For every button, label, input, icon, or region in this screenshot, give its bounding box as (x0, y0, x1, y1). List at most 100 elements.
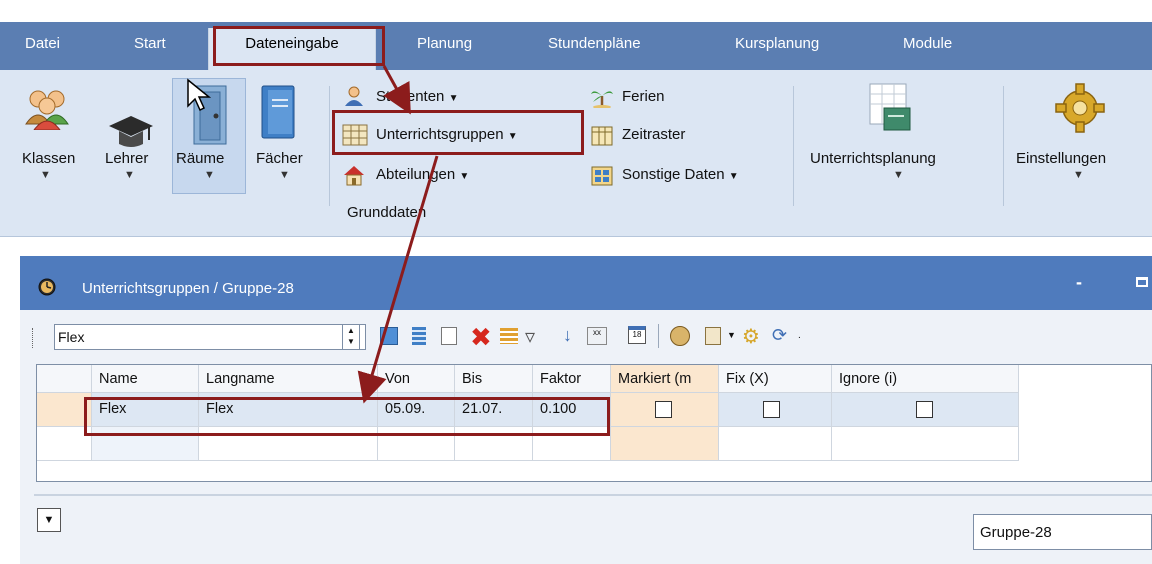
table-grid-icon (342, 124, 368, 146)
studenten-dropdown-icon: ▼ (448, 93, 459, 104)
refresh-icon[interactable]: ⟳ (772, 325, 787, 346)
more-icon[interactable]: . (798, 330, 801, 341)
new-row-header[interactable] (37, 427, 92, 461)
unterrichtsplanung-button[interactable]: Unterrichtsplanung (810, 150, 936, 167)
new-row-cell[interactable] (832, 427, 1019, 461)
group-selector-value: Gruppe-28 (980, 524, 1052, 541)
sonstige-daten-dropdown-icon: ▼ (728, 171, 739, 182)
list-icon[interactable] (412, 327, 426, 345)
graduation-cap-icon (109, 116, 153, 147)
row-header[interactable] (37, 393, 92, 427)
new-row-cell[interactable] (533, 427, 611, 461)
new-grid-icon[interactable] (380, 327, 398, 345)
group-label-grunddaten: Grunddaten (347, 204, 427, 221)
tab-module[interactable]: Module (903, 35, 952, 52)
lehrer-dropdown-icon[interactable]: ▼ (124, 169, 135, 181)
student-icon (345, 86, 363, 106)
chevron-down-icon: ▼ (43, 514, 55, 526)
faecher-label[interactable]: Fächer (256, 150, 303, 167)
data-grid: Name Langname Von Bis Faktor Markiert (m… (36, 364, 1152, 482)
filter-icon[interactable]: ▿ (525, 324, 535, 349)
new-row-cell[interactable] (611, 427, 719, 461)
ribbon-separator (793, 86, 794, 206)
fix-checkbox[interactable] (763, 401, 780, 418)
grid-corner-header (37, 365, 92, 393)
cell-markiert (611, 393, 719, 427)
column-header-name[interactable]: Name (92, 365, 199, 393)
column-header-von[interactable]: Von (378, 365, 455, 393)
planning-board-icon (869, 83, 911, 131)
people-group-icon (25, 90, 69, 130)
cell-langname[interactable]: Flex (199, 393, 378, 427)
new-row-cell[interactable] (719, 427, 832, 461)
palm-tree-icon (591, 91, 613, 108)
new-row-cell[interactable] (92, 427, 199, 461)
columns-icon[interactable]: xx (587, 327, 607, 345)
cell-fix (719, 393, 832, 427)
ribbon-separator (1003, 86, 1004, 206)
faecher-dropdown-icon[interactable]: ▼ (279, 169, 290, 181)
tab-stundenplaene[interactable]: Stundenpläne (548, 35, 641, 52)
sonstige-daten-button[interactable]: Sonstige Daten ▼ (622, 166, 739, 183)
delete-icon[interactable]: ✖ (470, 322, 492, 353)
gear-icon (1055, 83, 1105, 133)
ignore-checkbox[interactable] (916, 401, 933, 418)
tab-start[interactable]: Start (134, 35, 166, 52)
tab-dateneingabe[interactable]: Dateneingabe (208, 28, 376, 70)
tab-planung[interactable]: Planung (417, 35, 472, 52)
raeume-label: Räume (176, 150, 225, 167)
column-header-bis[interactable]: Bis (455, 365, 533, 393)
new-document-icon[interactable] (441, 327, 457, 345)
ribbon: Klassen ▼ Lehrer ▼ Räume ▼ Fächer ▼ Stud… (0, 70, 1152, 237)
settings-gear-icon[interactable]: ⚙ (742, 324, 760, 349)
unterrichtsplanung-dropdown-icon[interactable]: ▼ (893, 169, 904, 181)
ferien-button[interactable]: Ferien (622, 88, 665, 105)
house-icon (344, 166, 364, 186)
new-row-cell[interactable] (199, 427, 378, 461)
cell-bis[interactable]: 21.07. (455, 393, 533, 427)
column-header-faktor[interactable]: Faktor (533, 365, 611, 393)
studenten-button[interactable]: Studenten ▼ (376, 88, 458, 105)
cell-ignore (832, 393, 1019, 427)
column-header-fix[interactable]: Fix (X) (719, 365, 832, 393)
cell-name[interactable]: Flex (92, 393, 199, 427)
spinner-icon[interactable]: ▲ ▼ (342, 324, 360, 350)
new-row-cell[interactable] (378, 427, 455, 461)
sort-az-icon[interactable]: ↓ (563, 325, 572, 346)
column-header-ignore[interactable]: Ignore (i) (832, 365, 1019, 393)
zeitraster-button[interactable]: Zeitraster (622, 126, 685, 143)
palette-icon[interactable] (670, 326, 690, 346)
footer-divider (34, 494, 1152, 496)
cell-faktor[interactable]: 0.100 (533, 393, 611, 427)
print-icon[interactable] (705, 327, 721, 345)
abteilungen-label: Abteilungen (376, 166, 456, 183)
tab-datei[interactable]: Datei (25, 35, 60, 52)
column-header-markiert[interactable]: Markiert (m (611, 365, 719, 393)
toolbar-grip (32, 328, 35, 348)
maximize-button[interactable] (1136, 277, 1148, 287)
new-row-cell[interactable] (455, 427, 533, 461)
data-grid-icon (591, 166, 613, 186)
print-dropdown-icon[interactable]: ▼ (727, 330, 736, 340)
group-selector[interactable]: Gruppe-28 (973, 514, 1152, 550)
tab-kursplanung[interactable]: Kursplanung (735, 35, 819, 52)
filter-select[interactable]: Flex ▼ (54, 324, 366, 350)
unterrichtsgruppen-dropdown-icon: ▼ (507, 131, 518, 142)
klassen-dropdown-icon[interactable]: ▼ (40, 169, 51, 181)
column-header-langname[interactable]: Langname (199, 365, 378, 393)
lehrer-label[interactable]: Lehrer (105, 150, 148, 167)
minimize-button[interactable]: - (1076, 272, 1082, 293)
einstellungen-button[interactable]: Einstellungen (1016, 150, 1106, 167)
sort-icon[interactable] (500, 328, 518, 344)
unterrichtsgruppen-button[interactable]: Unterrichtsgruppen ▼ (376, 126, 518, 143)
clock-icon (38, 278, 56, 296)
markiert-checkbox[interactable] (655, 401, 672, 418)
cell-von[interactable]: 05.09. (378, 393, 455, 427)
footer-dropdown-button[interactable]: ▼ (37, 508, 61, 532)
calendar-icon[interactable]: 18 (628, 326, 646, 344)
einstellungen-dropdown-icon[interactable]: ▼ (1073, 169, 1084, 181)
window-title: Unterrichtsgruppen / Gruppe-28 (82, 280, 294, 297)
mouse-pointer-icon (187, 78, 212, 112)
raeume-dropdown-icon[interactable]: ▼ (204, 169, 215, 181)
abteilungen-button[interactable]: Abteilungen ▼ (376, 166, 469, 183)
